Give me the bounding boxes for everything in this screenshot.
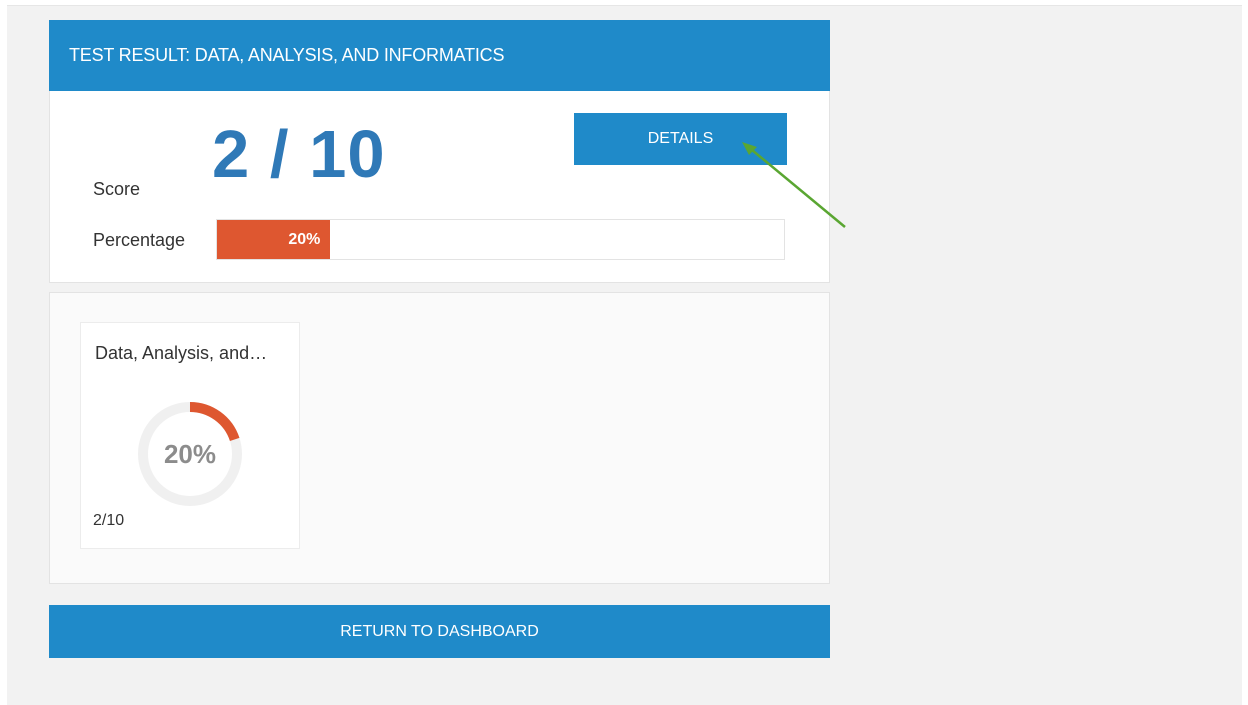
percentage-progress-text: 20%	[288, 231, 321, 248]
score-label: Score	[93, 179, 141, 199]
category-percent: 20%	[163, 439, 217, 469]
category-title: Data, Analysis, and…	[95, 343, 268, 363]
test-result-card: TEST RESULT: DATA, ANALYSIS, AND INFORMA…	[49, 20, 830, 658]
category-score: 2/10	[93, 512, 125, 529]
categories-panel: Data, Analysis, and… 20% 2/10	[49, 292, 830, 584]
annotation-arrow-line	[745, 144, 846, 228]
annotation-arrow-icon	[742, 142, 846, 228]
percentage-progress-fill: 20%	[217, 220, 331, 259]
return-to-dashboard-button[interactable]: RETURN TO DASHBOARD	[49, 605, 830, 658]
percentage-progress-bar: 20%	[216, 219, 785, 260]
category-card[interactable]: Data, Analysis, and… 20% 2/10	[80, 322, 300, 549]
test-result-header: TEST RESULT: DATA, ANALYSIS, AND INFORMA…	[49, 20, 830, 91]
percentage-label: Percentage	[93, 230, 186, 250]
score-panel: 2 / 10 Score DETAILS Percentage 20%	[49, 91, 830, 283]
score-value: 2 / 10	[212, 117, 386, 192]
page-title: TEST RESULT: DATA, ANALYSIS, AND INFORMA…	[69, 45, 505, 65]
